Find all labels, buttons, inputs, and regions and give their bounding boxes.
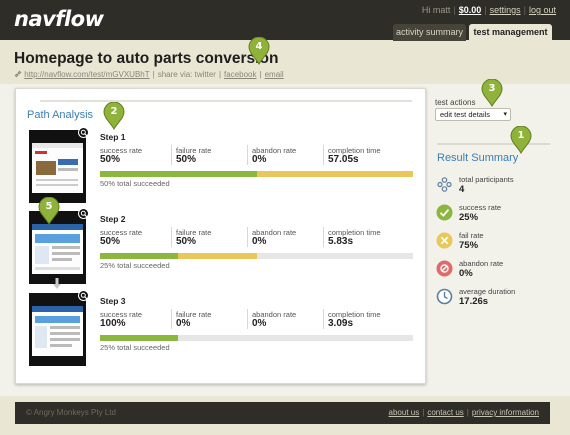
link-icon bbox=[14, 70, 22, 78]
footer: © Angry Monkeys Pty Ltd about us | contact… bbox=[15, 402, 550, 424]
step-3-failure: 0% bbox=[176, 318, 191, 329]
abandon-icon bbox=[436, 260, 453, 277]
settings-link[interactable]: settings bbox=[490, 5, 521, 15]
zoom-icon[interactable] bbox=[78, 290, 89, 301]
share-row: http://navflow.com/test/mGVXUBhT | share v… bbox=[14, 70, 284, 79]
participants-icon bbox=[437, 177, 452, 192]
share-facebook-link[interactable]: facebook bbox=[224, 70, 256, 79]
clock-icon bbox=[436, 288, 453, 305]
step-3-progress-bar bbox=[100, 335, 413, 341]
stat-divider bbox=[171, 227, 172, 247]
step-3-name: Step 3 bbox=[100, 296, 126, 306]
callout-pin-4: 4 bbox=[248, 36, 270, 66]
stat-divider bbox=[247, 145, 248, 165]
down-arrow-icon bbox=[53, 278, 61, 289]
step-3-success: 100% bbox=[100, 318, 126, 329]
share-email-link[interactable]: email bbox=[265, 70, 284, 79]
fail-rate-value: 75% bbox=[459, 240, 479, 251]
step-2-success: 50% bbox=[100, 236, 121, 247]
success-rate-value: 25% bbox=[459, 212, 479, 223]
total-participants-label: total participants bbox=[459, 175, 514, 184]
result-summary-title: Result Summary bbox=[437, 152, 519, 164]
navflow-logo[interactable]: navflow bbox=[14, 7, 104, 31]
step-2-progress-bar bbox=[100, 253, 413, 259]
step-1-success: 50% bbox=[100, 154, 121, 165]
step-3-abandon: 0% bbox=[252, 318, 267, 329]
step-1-thumbnail[interactable] bbox=[29, 127, 89, 203]
tab-test-management[interactable]: test management bbox=[469, 24, 552, 41]
callout-pin-2: 2 bbox=[103, 101, 125, 131]
about-us-link[interactable]: about us bbox=[389, 408, 420, 417]
failure-segment bbox=[178, 253, 257, 259]
zoom-icon[interactable] bbox=[78, 127, 89, 138]
stat-divider bbox=[247, 227, 248, 247]
callout-pin-5: 5 bbox=[38, 196, 60, 226]
stat-divider bbox=[247, 309, 248, 329]
success-rate-label: success rate bbox=[459, 203, 502, 212]
success-segment bbox=[100, 335, 179, 341]
step-3-summary: 25% total succeeded bbox=[100, 343, 170, 352]
success-segment bbox=[100, 171, 257, 177]
divider bbox=[40, 100, 412, 102]
average-duration-label: average duration bbox=[459, 287, 516, 296]
step-1-failure: 50% bbox=[176, 154, 197, 165]
privacy-information-link[interactable]: privacy information bbox=[472, 408, 539, 417]
top-bar: navflow Hi matt | $0.00 | settings | log out a… bbox=[0, 0, 570, 41]
callout-pin-1: 1 bbox=[510, 125, 532, 155]
copyright-text: © Angry Monkeys Pty Ltd bbox=[26, 408, 116, 417]
stat-divider bbox=[323, 145, 324, 165]
step-1-summary: 50% total succeeded bbox=[100, 179, 170, 188]
user-nav: Hi matt | $0.00 | settings | log out bbox=[421, 5, 556, 15]
stat-divider bbox=[323, 309, 324, 329]
greeting-text: Hi matt bbox=[421, 5, 451, 15]
cross-icon bbox=[436, 232, 453, 249]
stat-divider bbox=[171, 145, 172, 165]
step-2-failure: 50% bbox=[176, 236, 197, 247]
step-2-abandon: 0% bbox=[252, 236, 267, 247]
step-2-name: Step 2 bbox=[100, 214, 126, 224]
tab-activity-summary[interactable]: activity summary bbox=[393, 24, 466, 41]
step-3-thumbnail[interactable] bbox=[29, 290, 89, 366]
abandon-rate-value: 0% bbox=[459, 268, 473, 279]
check-icon bbox=[436, 204, 453, 221]
path-analysis-card: Path Analysis Step 1 success rate failur… bbox=[15, 88, 426, 384]
step-2-summary: 25% total succeeded bbox=[100, 261, 170, 270]
step-1-progress-bar bbox=[100, 171, 413, 177]
zoom-icon[interactable] bbox=[78, 208, 89, 219]
success-segment bbox=[100, 253, 179, 259]
balance-link[interactable]: $0.00 bbox=[459, 5, 482, 15]
footer-links: about us | contact us | privacy information bbox=[388, 408, 539, 417]
path-analysis-title: Path Analysis bbox=[27, 109, 94, 121]
step-1-completion: 57.05s bbox=[328, 154, 359, 165]
stat-divider bbox=[323, 227, 324, 247]
test-actions-label: test actions bbox=[435, 98, 476, 107]
total-participants-value: 4 bbox=[459, 184, 465, 195]
step-2-completion: 5.83s bbox=[328, 236, 354, 247]
share-twitter-link[interactable]: share via: twitter bbox=[158, 70, 216, 79]
failure-segment bbox=[256, 171, 413, 177]
callout-pin-3: 3 bbox=[481, 78, 503, 108]
test-actions-selected: edit test details bbox=[440, 110, 491, 119]
fail-rate-label: fail rate bbox=[459, 231, 484, 240]
page-title: Homepage to auto parts conversion bbox=[14, 50, 279, 67]
divider bbox=[437, 143, 550, 145]
test-url-link[interactable]: http://navflow.com/test/mGVXUBhT bbox=[24, 70, 149, 79]
logout-link[interactable]: log out bbox=[529, 5, 556, 15]
abandon-rate-label: abandon rate bbox=[459, 259, 504, 268]
step-1-name: Step 1 bbox=[100, 132, 126, 142]
step-1-abandon: 0% bbox=[252, 154, 267, 165]
average-duration-value: 17.26s bbox=[459, 296, 489, 307]
stat-divider bbox=[171, 309, 172, 329]
step-3-completion: 3.09s bbox=[328, 318, 354, 329]
contact-us-link[interactable]: contact us bbox=[427, 408, 463, 417]
chevron-down-icon: ▾ bbox=[503, 111, 507, 118]
test-actions-select[interactable]: edit test details ▾ bbox=[435, 108, 511, 121]
